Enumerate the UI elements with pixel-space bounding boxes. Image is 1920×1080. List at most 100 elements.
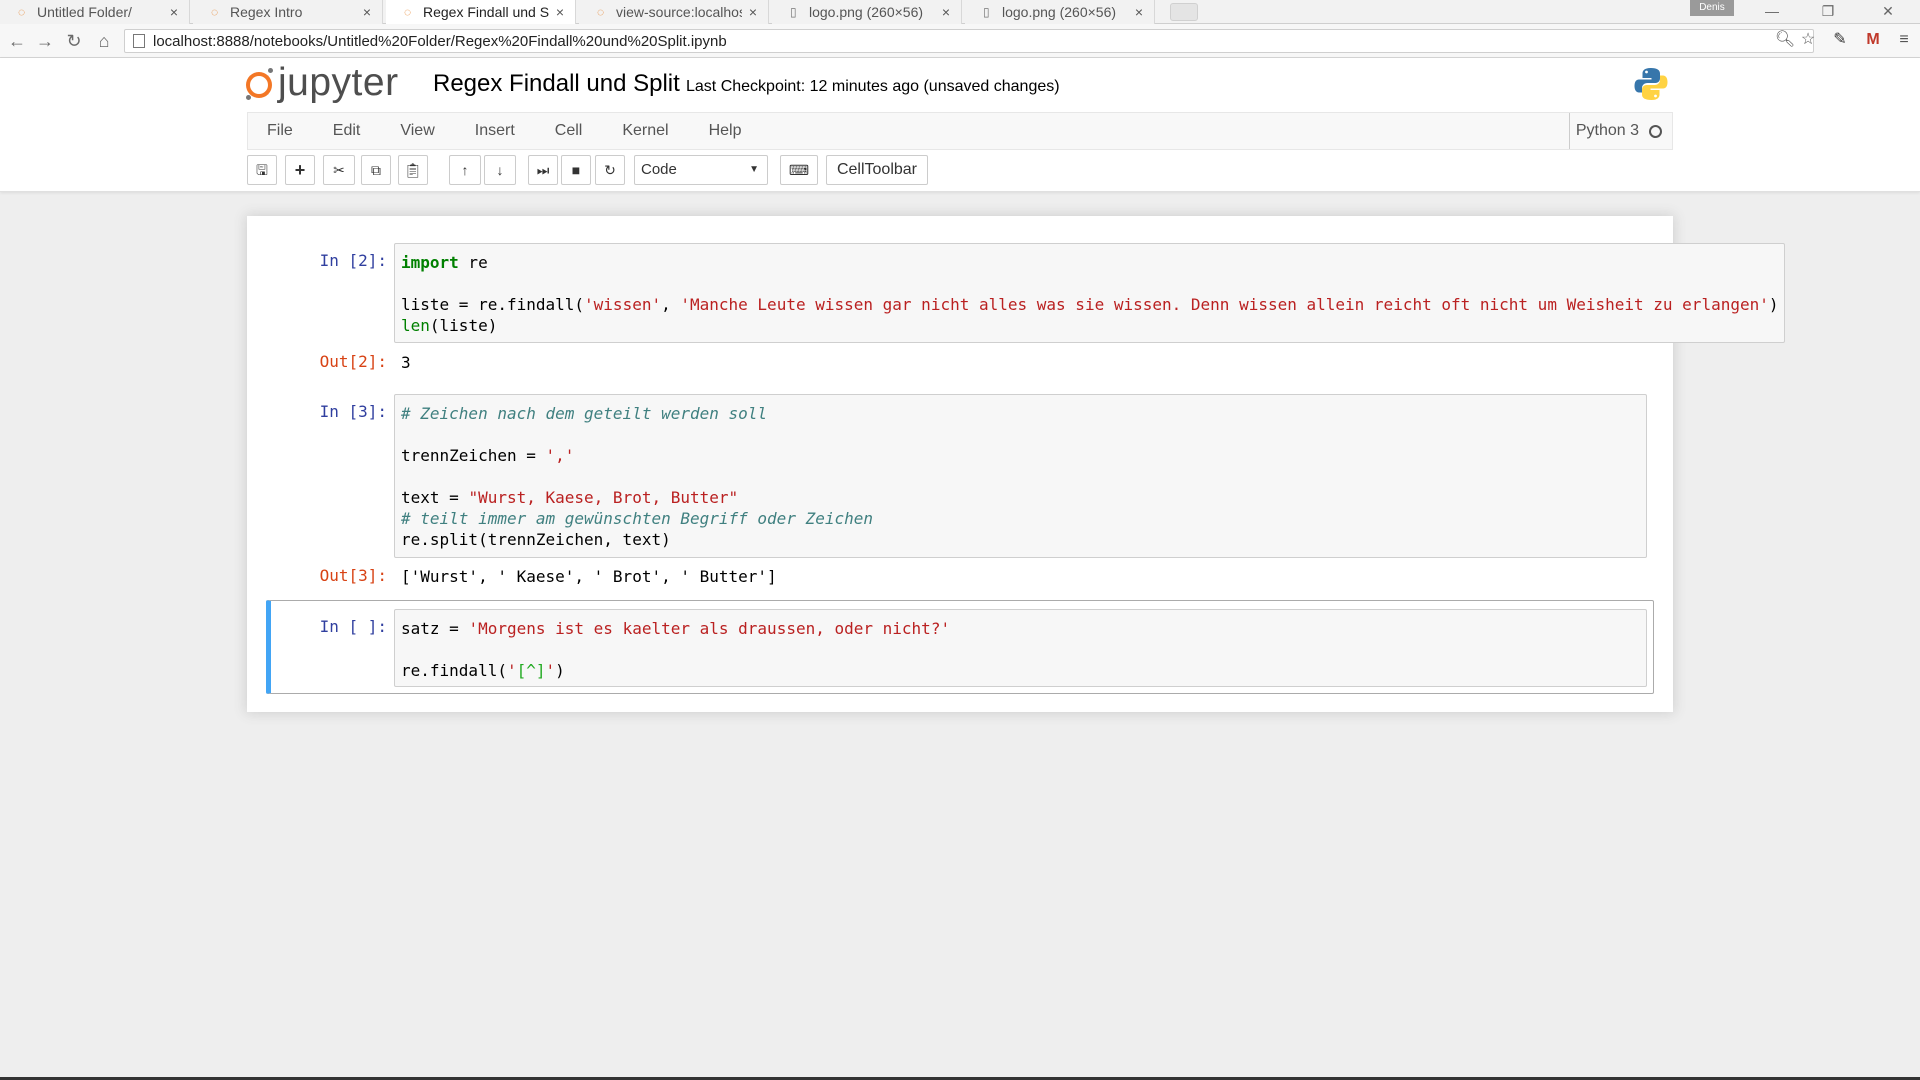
menu-cell[interactable]: Cell [536, 122, 604, 140]
menu-file[interactable]: File [248, 122, 314, 140]
input-prompt: In [3]: [319, 402, 387, 421]
menu-help[interactable]: Help [690, 122, 763, 140]
extension-icon[interactable]: ✎ [1829, 28, 1851, 52]
tab-title: logo.png (260×56) [1002, 4, 1117, 20]
code-token: len [401, 316, 430, 335]
output-prompt: Out[3]: [319, 566, 387, 585]
code-token: ' [506, 661, 517, 680]
code-cell-3-editor[interactable]: satz = 'Morgens ist es kaelter als draus… [394, 609, 1647, 687]
browser-tab-untitled-folder[interactable]: ◌ Untitled Folder/ × [0, 0, 190, 24]
jupyter-logo-text: jupyter [278, 61, 399, 104]
code-token: trennZeichen = [401, 446, 546, 465]
gmail-icon[interactable]: M [1862, 28, 1884, 52]
cell-type-value: Code [641, 161, 677, 178]
code-token: # teilt immer am gewünschten Begriff ode… [401, 509, 874, 528]
code-token: 'Manche Leute wissen gar nicht alles was… [680, 295, 1769, 314]
restart-kernel-icon[interactable]: ↻ [595, 155, 625, 185]
close-icon[interactable]: × [360, 4, 374, 20]
code-token: import [401, 253, 459, 272]
code-token: [^] [516, 661, 546, 680]
code-token: ',' [545, 446, 575, 465]
minimize-icon[interactable]: — [1752, 0, 1792, 22]
notebook-menubar: File Edit View Insert Cell Kernel Help P… [247, 112, 1673, 150]
interrupt-kernel-icon[interactable]: ■ [561, 155, 591, 185]
new-tab-button[interactable] [1170, 3, 1198, 21]
forward-icon[interactable]: → [34, 30, 56, 52]
tab-title: Regex Intro [230, 4, 303, 20]
file-tab-icon: ▯ [790, 5, 797, 19]
code-token: (liste) [429, 316, 498, 335]
code-cell-2-editor[interactable]: # Zeichen nach dem geteilt werden soll t… [394, 394, 1647, 558]
close-icon[interactable]: × [1132, 4, 1146, 20]
code-token: ) [555, 661, 565, 680]
close-icon[interactable]: × [746, 4, 760, 20]
input-prompt: In [2]: [319, 251, 387, 270]
menu-edit[interactable]: Edit [314, 122, 382, 140]
run-cell-icon[interactable]: ⏭ [528, 155, 558, 185]
close-icon[interactable]: × [939, 4, 953, 20]
save-icon[interactable]: 🖫 [247, 155, 277, 185]
celltoolbar-button[interactable]: CellToolbar [826, 155, 928, 185]
browser-tab-regex-findall[interactable]: ◌ Regex Findall und Sp × [386, 0, 576, 24]
command-palette-keyboard-icon[interactable]: ⌨ [780, 155, 818, 185]
notebook-title[interactable]: Regex Findall und Split [433, 70, 680, 98]
cell-1-output: 3 [401, 353, 411, 372]
menu-view[interactable]: View [381, 122, 455, 140]
python-logo-icon [1634, 68, 1668, 100]
browser-tab-bar: ◌ Untitled Folder/ × ◌ Regex Intro × ◌ R… [0, 0, 1920, 24]
output-prompt: Out[2]: [319, 352, 387, 371]
jupyter-tab-icon: ◌ [18, 5, 26, 19]
restore-icon[interactable]: ❐ [1808, 0, 1848, 22]
chevron-down-icon: ▼ [749, 164, 759, 175]
browser-tab-logo-2[interactable]: ▯ logo.png (260×56) × [965, 0, 1155, 24]
tab-title: logo.png (260×56) [809, 4, 924, 20]
kernel-name: Python 3 [1575, 122, 1639, 139]
jupyter-header: jupyter Regex Findall und Split Last Che… [0, 58, 1920, 192]
code-token: 'Morgens ist es kaelter als draussen, od… [468, 619, 951, 638]
browser-tab-logo-1[interactable]: ▯ logo.png (260×56) × [772, 0, 962, 24]
insert-cell-below-icon[interactable]: + [285, 155, 315, 185]
profile-badge[interactable]: Denis [1690, 0, 1734, 16]
paste-icon[interactable]: 📋︎ [398, 155, 428, 185]
code-token: , [661, 295, 681, 314]
address-bar[interactable]: localhost:8888/notebooks/Untitled%20Fold… [124, 29, 1814, 53]
code-token: ) [1768, 295, 1779, 314]
code-token: liste = re.findall( [401, 295, 585, 314]
cell-2-output: ['Wurst', ' Kaese', ' Brot', ' Butter'] [401, 567, 777, 586]
copy-icon[interactable]: ⧉ [361, 155, 391, 185]
menu-kernel[interactable]: Kernel [603, 122, 689, 140]
kernel-indicator: Python 3 [1568, 113, 1662, 149]
browser-toolbar: ← → ↻ ⌂ localhost:8888/notebooks/Untitle… [0, 24, 1920, 58]
kernel-idle-icon [1649, 124, 1662, 138]
cut-icon[interactable]: ✂ [323, 155, 355, 185]
jupyter-logo[interactable]: jupyter [246, 60, 399, 106]
close-icon[interactable]: × [553, 4, 567, 20]
reload-icon[interactable]: ↻ [63, 30, 85, 52]
browser-tab-regex-intro[interactable]: ◌ Regex Intro × [193, 0, 383, 24]
input-prompt: In [ ]: [319, 617, 387, 636]
code-token: re [458, 253, 488, 272]
menu-insert[interactable]: Insert [456, 122, 536, 140]
file-tab-icon: ▯ [983, 5, 990, 19]
window-close-icon[interactable]: ✕ [1868, 0, 1908, 22]
tab-title: Untitled Folder/ [37, 4, 132, 20]
code-token: ' [545, 661, 556, 680]
bookmark-star-icon[interactable]: ☆ [1797, 28, 1819, 52]
menu-icon[interactable]: ≡ [1893, 28, 1915, 52]
code-token: text = [401, 488, 469, 507]
checkpoint-status: Last Checkpoint: 12 minutes ago (unsaved… [686, 78, 1060, 95]
code-token: re.findall( [401, 661, 507, 680]
move-down-icon[interactable]: ↓ [484, 155, 516, 185]
code-token: # Zeichen nach dem geteilt werden soll [401, 404, 768, 423]
back-icon[interactable]: ← [6, 30, 28, 52]
move-up-icon[interactable]: ↑ [449, 155, 481, 185]
zoom-icon[interactable]: 🔍︎ [1774, 28, 1796, 52]
home-icon[interactable]: ⌂ [93, 30, 115, 52]
code-token: "Wurst, Kaese, Brot, Butter" [468, 488, 739, 507]
jupyter-tab-icon: ◌ [597, 5, 605, 19]
tab-title: view-source:localhos [616, 4, 742, 20]
code-cell-1-editor[interactable]: import re liste = re.findall('wissen', '… [394, 243, 1785, 343]
close-icon[interactable]: × [167, 4, 181, 20]
cell-type-select[interactable]: Code ▼ [634, 155, 768, 185]
browser-tab-view-source[interactable]: ◌ view-source:localhos × [579, 0, 769, 24]
